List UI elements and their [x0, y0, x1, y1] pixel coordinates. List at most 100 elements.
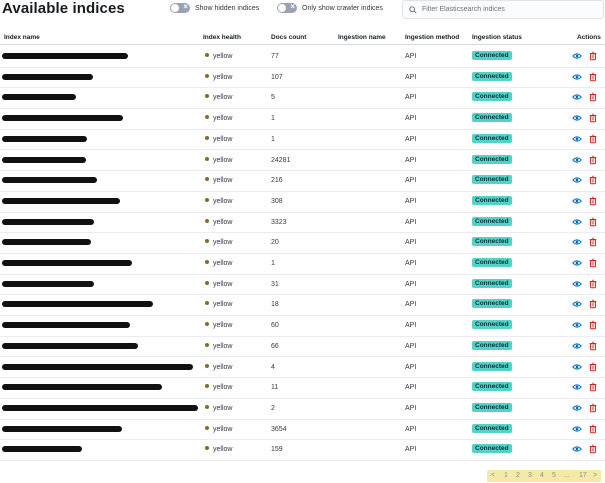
- redacted-index-name[interactable]: [2, 115, 123, 122]
- redacted-index-name[interactable]: [2, 94, 76, 101]
- status-badge: Connected: [472, 402, 512, 412]
- trash-icon[interactable]: [588, 175, 598, 185]
- status-badge: Connected: [472, 340, 512, 350]
- redacted-index-name[interactable]: [2, 239, 91, 246]
- eye-icon[interactable]: [572, 341, 582, 351]
- redacted-index-name[interactable]: [2, 156, 86, 163]
- pagination-page-5[interactable]: 5: [552, 472, 556, 479]
- redacted-index-name[interactable]: [2, 404, 198, 411]
- docs-count: 20: [271, 239, 279, 247]
- ingestion-method: API: [405, 404, 417, 412]
- eye-icon[interactable]: [572, 92, 582, 102]
- index-health: yellow: [205, 404, 232, 412]
- redacted-index-name[interactable]: [2, 425, 122, 432]
- column-header-ingestion-method[interactable]: Ingestion method: [405, 34, 459, 41]
- redacted-index-name[interactable]: [2, 197, 120, 204]
- eye-icon[interactable]: [572, 403, 582, 413]
- toggle-switch[interactable]: ×: [277, 2, 297, 13]
- eye-icon[interactable]: [572, 444, 582, 454]
- trash-icon[interactable]: [588, 237, 598, 247]
- trash-icon[interactable]: [588, 444, 598, 454]
- search-placeholder: Filter Elasticsearch indices: [422, 6, 505, 13]
- column-header-ingestion-status[interactable]: Ingestion status: [472, 34, 522, 41]
- redacted-index-name[interactable]: [2, 446, 82, 453]
- trash-icon[interactable]: [588, 155, 598, 165]
- table-row: yellow 3654 API Connected: [0, 419, 605, 441]
- eye-icon[interactable]: [572, 51, 582, 61]
- show-hidden-indices-toggle[interactable]: × Show hidden indices: [170, 2, 259, 13]
- trash-icon[interactable]: [588, 258, 598, 268]
- trash-icon[interactable]: [588, 424, 598, 434]
- redacted-index-name[interactable]: [2, 53, 128, 59]
- redacted-index-name[interactable]: [2, 177, 97, 184]
- redacted-index-name[interactable]: [2, 384, 162, 391]
- pagination-page-last[interactable]: 17: [579, 472, 587, 479]
- column-header-docs-count[interactable]: Docs count: [271, 34, 306, 41]
- eye-icon[interactable]: [572, 299, 582, 309]
- trash-icon[interactable]: [588, 403, 598, 413]
- search-input[interactable]: Filter Elasticsearch indices: [402, 0, 604, 19]
- redacted-index-name[interactable]: [2, 342, 138, 349]
- trash-icon[interactable]: [588, 196, 598, 206]
- column-header-index-health[interactable]: Index health: [203, 34, 241, 41]
- redacted-index-name[interactable]: [2, 73, 93, 80]
- trash-icon[interactable]: [588, 320, 598, 330]
- eye-icon[interactable]: [572, 320, 582, 330]
- eye-icon[interactable]: [572, 362, 582, 372]
- eye-icon[interactable]: [572, 134, 582, 144]
- health-dot-icon: [205, 218, 209, 223]
- table-row: yellow 159 API Connected: [0, 439, 605, 461]
- index-health: yellow: [205, 197, 232, 205]
- redacted-index-name[interactable]: [2, 218, 94, 225]
- pagination-next-button[interactable]: >: [593, 472, 597, 479]
- health-label: yellow: [213, 384, 233, 392]
- docs-count: 3654: [271, 425, 287, 433]
- eye-icon[interactable]: [572, 175, 582, 185]
- trash-icon[interactable]: [588, 341, 598, 351]
- trash-icon[interactable]: [588, 134, 598, 144]
- trash-icon[interactable]: [588, 217, 598, 227]
- eye-icon[interactable]: [572, 258, 582, 268]
- redacted-index-name[interactable]: [2, 301, 153, 308]
- pagination-page-2[interactable]: 2: [516, 472, 520, 479]
- table-row: yellow 60 API Connected: [0, 315, 605, 337]
- eye-icon[interactable]: [572, 217, 582, 227]
- health-dot-icon: [205, 260, 209, 264]
- redacted-index-name[interactable]: [2, 135, 87, 142]
- trash-icon[interactable]: [588, 51, 598, 61]
- eye-icon[interactable]: [572, 155, 582, 165]
- column-header-ingestion-name[interactable]: Ingestion name: [338, 34, 386, 41]
- pagination-prev-button[interactable]: <: [491, 472, 495, 479]
- pagination-page-4[interactable]: 4: [540, 472, 544, 479]
- redacted-index-name[interactable]: [2, 280, 94, 287]
- redacted-index-name[interactable]: [2, 363, 193, 370]
- trash-icon[interactable]: [588, 72, 598, 82]
- pagination-page-1[interactable]: 1: [504, 472, 508, 479]
- toggle-switch[interactable]: ×: [170, 2, 190, 13]
- pagination-page-3[interactable]: 3: [528, 472, 532, 479]
- health-label: yellow: [213, 260, 233, 267]
- docs-count: 1: [271, 135, 275, 143]
- eye-icon[interactable]: [572, 196, 582, 206]
- trash-icon[interactable]: [588, 299, 598, 309]
- eye-icon[interactable]: [572, 382, 582, 392]
- redacted-index-name[interactable]: [2, 260, 132, 266]
- eye-icon[interactable]: [572, 72, 582, 82]
- table-row: yellow 31 API Connected: [0, 274, 605, 296]
- eye-icon[interactable]: [572, 237, 582, 247]
- column-header-index-name[interactable]: Index name: [4, 34, 40, 41]
- trash-icon[interactable]: [588, 113, 598, 123]
- health-label: yellow: [213, 425, 233, 433]
- redacted-index-name[interactable]: [2, 322, 130, 329]
- status-badge: Connected: [472, 299, 512, 309]
- trash-icon[interactable]: [588, 362, 598, 372]
- eye-icon[interactable]: [572, 279, 582, 289]
- trash-icon[interactable]: [588, 92, 598, 102]
- eye-icon[interactable]: [572, 424, 582, 434]
- health-dot-icon: [205, 156, 209, 161]
- trash-icon[interactable]: [588, 382, 598, 392]
- eye-icon[interactable]: [572, 113, 582, 123]
- trash-icon[interactable]: [588, 279, 598, 289]
- crawler-indices-toggle[interactable]: × Only show crawler indices: [277, 2, 383, 13]
- table-row: yellow 24281 API Connected: [0, 150, 605, 172]
